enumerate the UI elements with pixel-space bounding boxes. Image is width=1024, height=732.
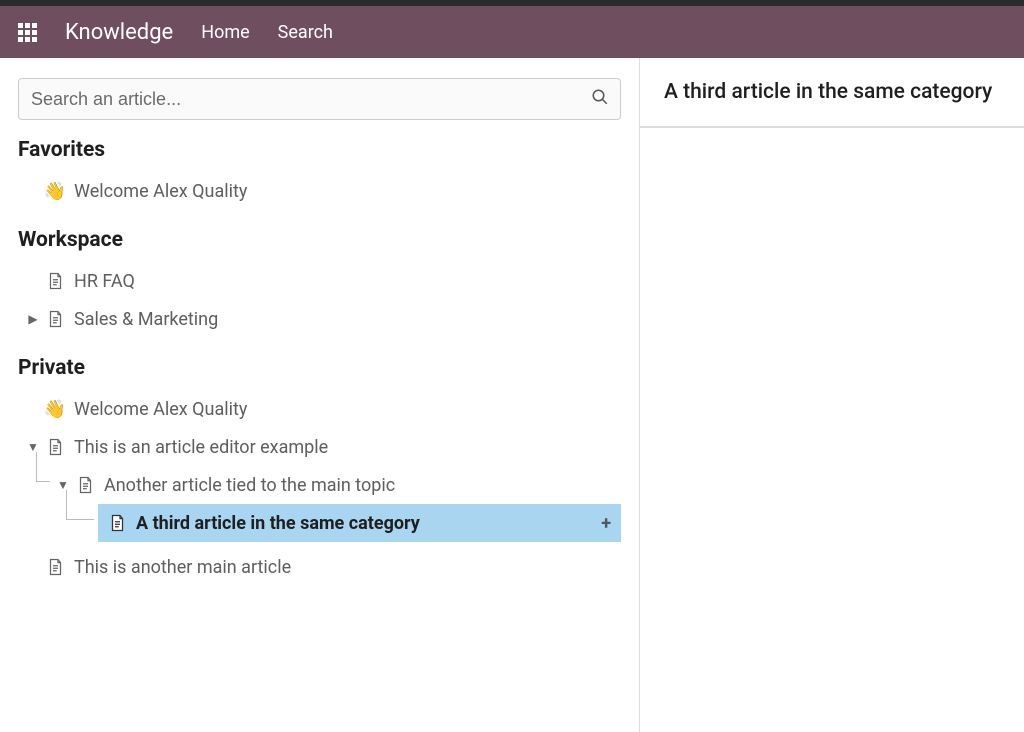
apps-menu-icon[interactable] (18, 23, 37, 42)
nav-home[interactable]: Home (201, 22, 249, 43)
tree-item[interactable]: HR FAQ (18, 262, 621, 300)
wave-icon: 👋 (44, 399, 66, 420)
app-header: Knowledge Home Search (0, 6, 1024, 58)
tree-item-selected[interactable]: A third article in the same category + (98, 504, 621, 542)
section-private: Private 👋 Welcome Alex Quality ▼ This is… (18, 356, 621, 586)
content-pane: A third article in the same category (640, 58, 1024, 128)
tree-branch-line (36, 452, 50, 482)
tree-item[interactable]: 👋 Welcome Alex Quality (18, 390, 621, 428)
app-title: Knowledge (65, 20, 173, 45)
tree-item[interactable]: ▼ This is an article editor example (18, 428, 621, 466)
article-title: A third article in the same category (640, 58, 1024, 127)
tree-item-label: This is another main article (74, 557, 291, 578)
document-icon (44, 558, 66, 576)
add-child-icon[interactable]: + (601, 513, 611, 534)
tree-item-label: Sales & Marketing (74, 309, 218, 330)
tree-item-label: Welcome Alex Quality (74, 181, 247, 202)
tree-item-label: Another article tied to the main topic (104, 475, 395, 496)
tree-item[interactable]: 👋 Welcome Alex Quality (18, 172, 621, 210)
section-workspace: Workspace HR FAQ ▶ Sa (18, 228, 621, 338)
section-title-private: Private (18, 356, 621, 380)
section-title-favorites: Favorites (18, 138, 621, 162)
tree-item[interactable]: This is another main article (18, 548, 621, 586)
search-input[interactable] (18, 78, 621, 120)
tree-item-label: A third article in the same category (136, 513, 420, 534)
section-title-workspace: Workspace (18, 228, 621, 252)
search-wrap (18, 78, 621, 120)
nav-search[interactable]: Search (278, 22, 333, 43)
tree-item[interactable]: ▼ Another article tied to the main topic (18, 466, 621, 504)
wave-icon: 👋 (44, 181, 66, 202)
tree-item-label: This is an article editor example (74, 437, 328, 458)
search-icon[interactable] (591, 88, 609, 110)
tree-item-label: HR FAQ (74, 271, 135, 292)
tree-branch-line (66, 490, 94, 520)
caret-right-icon[interactable]: ▶ (26, 312, 40, 326)
tree-item[interactable]: ▶ Sales & Marketing (18, 300, 621, 338)
document-icon (44, 310, 66, 328)
tree-item-label: Welcome Alex Quality (74, 399, 247, 420)
sidebar: Favorites 👋 Welcome Alex Quality Workspa… (0, 58, 640, 732)
section-favorites: Favorites 👋 Welcome Alex Quality (18, 138, 621, 210)
document-icon (106, 514, 128, 532)
document-icon (44, 272, 66, 290)
